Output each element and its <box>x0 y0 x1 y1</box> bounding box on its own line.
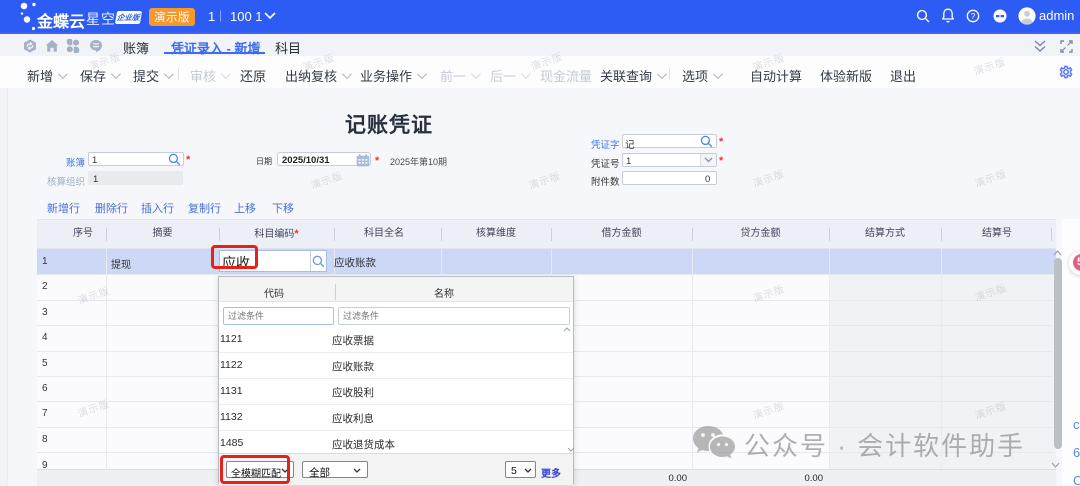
svg-text:?: ? <box>971 11 976 21</box>
